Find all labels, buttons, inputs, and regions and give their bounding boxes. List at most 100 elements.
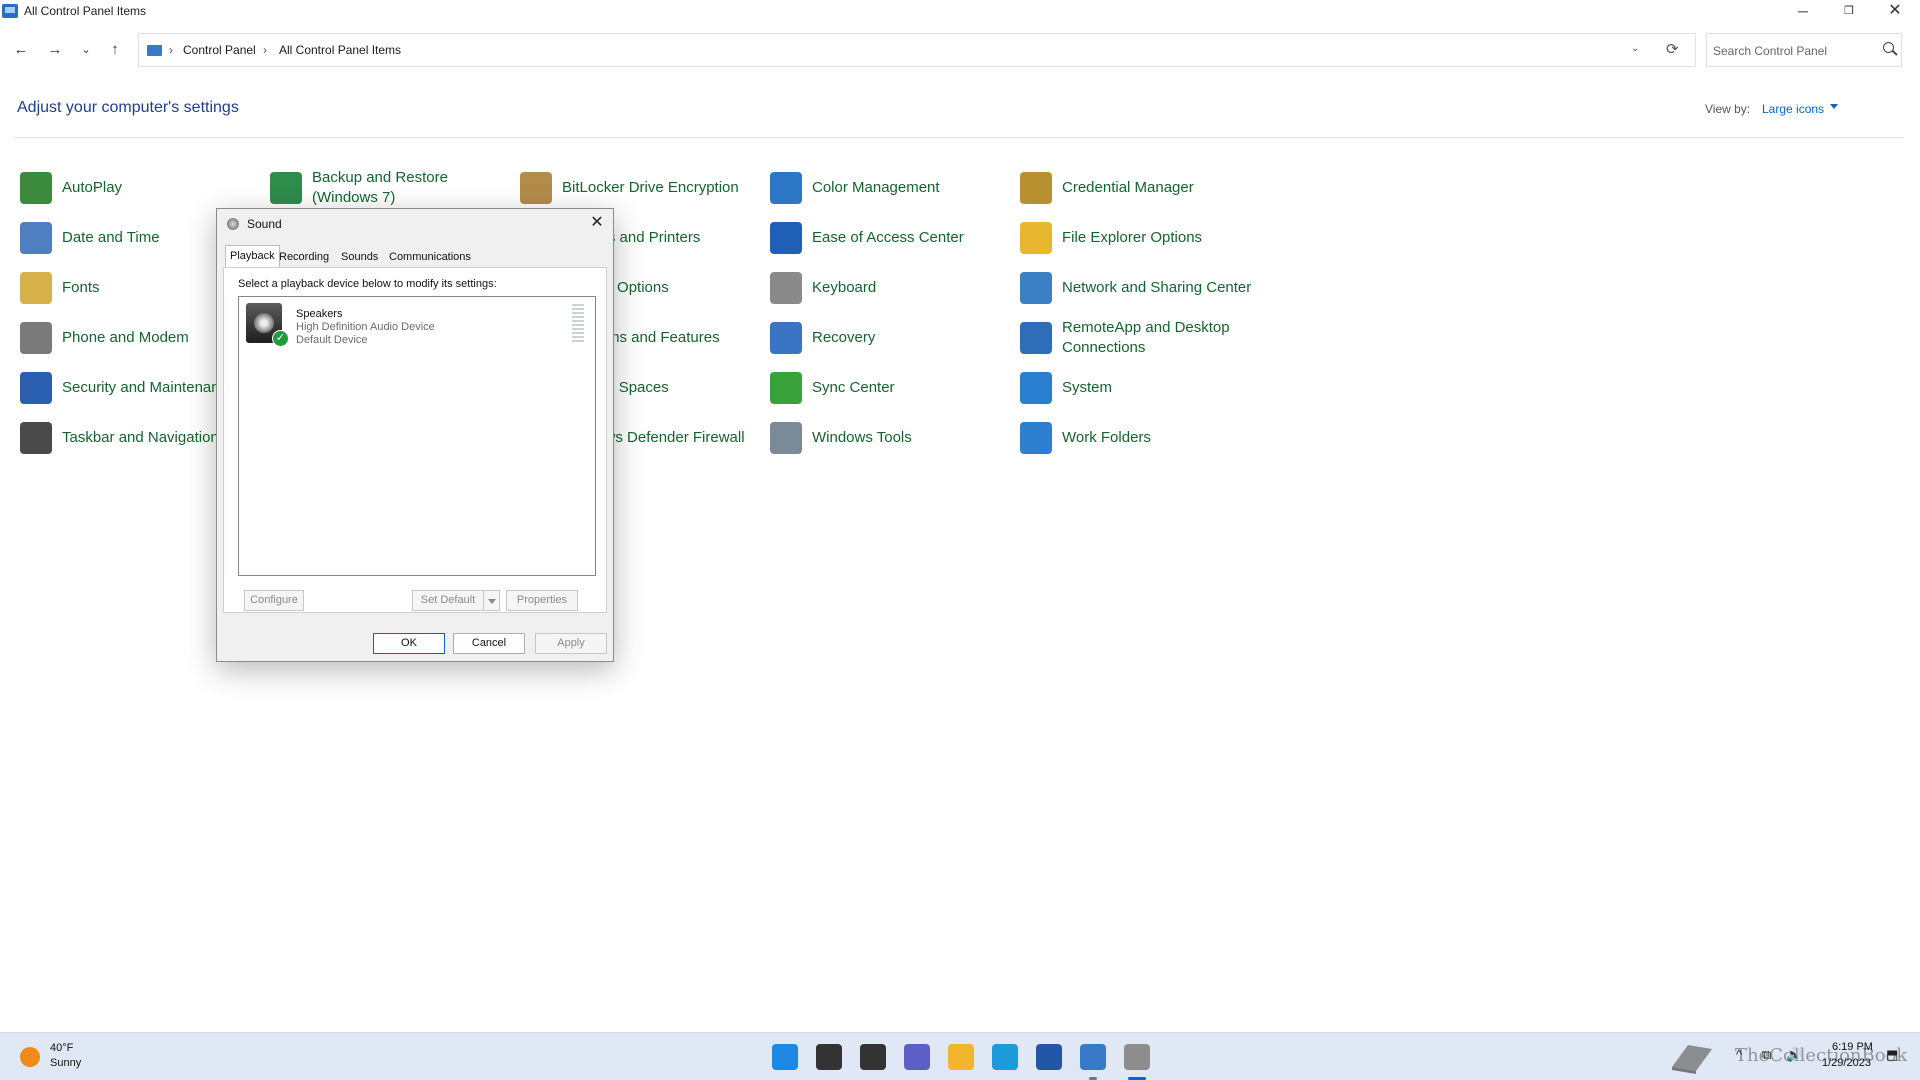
set-default-button[interactable]: Set Default bbox=[412, 590, 484, 611]
start-icon[interactable] bbox=[772, 1044, 798, 1070]
cp-item-label: Recovery bbox=[812, 329, 876, 346]
control-panel-icon bbox=[147, 45, 162, 56]
view-by-label: View by: bbox=[1705, 102, 1751, 116]
ease-of-access-icon bbox=[770, 222, 802, 254]
volume-level-meter bbox=[572, 304, 584, 344]
volume-icon[interactable]: 🔊 bbox=[1786, 1047, 1802, 1063]
breadcrumb-all-items[interactable]: All Control Panel Items bbox=[279, 43, 401, 57]
control-panel-taskbar-icon[interactable] bbox=[1080, 1044, 1106, 1070]
chat-icon[interactable] bbox=[904, 1044, 930, 1070]
recovery-icon bbox=[770, 322, 802, 354]
restore-button[interactable]: ❐ bbox=[1826, 0, 1872, 22]
cp-item-backup-restore[interactable]: Backup and Restore (Windows 7) bbox=[270, 166, 502, 210]
cp-item-label: Network and Sharing Center bbox=[1062, 279, 1252, 296]
close-button[interactable]: ✕ bbox=[1872, 0, 1918, 22]
cp-item-bitlocker[interactable]: BitLocker Drive Encryption bbox=[520, 166, 752, 210]
credential-manager-icon bbox=[1020, 172, 1052, 204]
cp-item-file-explorer-options[interactable]: File Explorer Options bbox=[1020, 216, 1252, 260]
cp-item-network-sharing[interactable]: Network and Sharing Center bbox=[1020, 266, 1252, 310]
notification-icon[interactable]: ⬒ bbox=[1886, 1047, 1898, 1063]
cp-item-system[interactable]: System bbox=[1020, 366, 1252, 410]
tab-recording[interactable]: Recording bbox=[275, 247, 333, 267]
minimize-button[interactable]: ─ bbox=[1780, 0, 1826, 22]
cp-item-keyboard[interactable]: Keyboard bbox=[770, 266, 1002, 310]
bitlocker-icon bbox=[520, 172, 552, 204]
dialog-close-button[interactable]: ✕ bbox=[585, 212, 609, 234]
cp-item-sync-center[interactable]: Sync Center bbox=[770, 366, 1002, 410]
store-icon[interactable] bbox=[1036, 1044, 1062, 1070]
taskbar-search-icon[interactable] bbox=[816, 1044, 842, 1070]
cp-item-label: AutoPlay bbox=[62, 179, 123, 196]
refresh-icon[interactable]: ⟳ bbox=[1666, 40, 1679, 58]
recent-locations-button[interactable]: ⌄ bbox=[73, 38, 99, 62]
backup-restore-icon bbox=[270, 172, 302, 204]
clock-date[interactable]: 1/29/2023 bbox=[1822, 1057, 1871, 1069]
divider bbox=[14, 137, 1904, 138]
breadcrumb-control-panel[interactable]: Control Panel bbox=[183, 43, 256, 57]
properties-button[interactable]: Properties bbox=[506, 590, 578, 611]
navigation-bar: ← → ⌄ ↑ › Control Panel › All Control Pa… bbox=[0, 30, 1920, 70]
sound-dialog-icon bbox=[227, 218, 239, 230]
search-input[interactable] bbox=[1713, 41, 1873, 61]
playback-panel: Select a playback device below to modify… bbox=[223, 267, 607, 613]
taskbar: 40°F Sunny TheCollectionBook ^ ⧉ 🔊 6:19 … bbox=[0, 1032, 1920, 1080]
weather-temperature[interactable]: 40°F bbox=[50, 1042, 73, 1054]
tab-sounds[interactable]: Sounds bbox=[337, 247, 382, 267]
default-check-icon: ✓ bbox=[272, 330, 289, 347]
device-name: Speakers bbox=[296, 308, 343, 320]
window-title: All Control Panel Items bbox=[24, 4, 147, 18]
cp-item-ease-of-access[interactable]: Ease of Access Center bbox=[770, 216, 1002, 260]
playback-instruction: Select a playback device below to modify… bbox=[238, 278, 497, 290]
breadcrumb-separator[interactable]: › bbox=[169, 43, 173, 57]
windows-tools-icon bbox=[770, 422, 802, 454]
device-row-speakers[interactable]: ✓ Speakers High Definition Audio Device … bbox=[242, 300, 592, 350]
control-panel-app-icon bbox=[2, 4, 18, 18]
file-explorer-icon[interactable] bbox=[948, 1044, 974, 1070]
book-watermark-icon bbox=[1672, 1045, 1712, 1074]
apply-button[interactable]: Apply bbox=[535, 633, 607, 654]
sound-taskbar-icon[interactable] bbox=[1124, 1044, 1150, 1070]
breadcrumb-separator[interactable]: › bbox=[263, 43, 267, 57]
sun-icon[interactable] bbox=[20, 1047, 40, 1067]
cp-item-windows-tools[interactable]: Windows Tools bbox=[770, 416, 1002, 460]
address-dropdown-icon[interactable]: ⌄ bbox=[1631, 43, 1639, 54]
cp-item-remoteapp[interactable]: RemoteApp and Desktop Connections bbox=[1020, 316, 1252, 360]
fonts-icon bbox=[20, 272, 52, 304]
file-explorer-options-icon bbox=[1020, 222, 1052, 254]
edge-icon[interactable] bbox=[992, 1044, 1018, 1070]
cp-item-recovery[interactable]: Recovery bbox=[770, 316, 1002, 360]
playback-device-list[interactable]: ✓ Speakers High Definition Audio Device … bbox=[238, 296, 596, 576]
tab-playback[interactable]: Playback bbox=[225, 245, 280, 267]
cp-item-label: File Explorer Options bbox=[1062, 229, 1203, 246]
view-by-dropdown[interactable]: Large icons bbox=[1762, 102, 1824, 116]
task-view-icon[interactable] bbox=[860, 1044, 886, 1070]
set-default-dropdown-icon[interactable] bbox=[484, 590, 500, 611]
cp-item-label: Color Management bbox=[812, 179, 940, 196]
address-bar[interactable]: › Control Panel › All Control Panel Item… bbox=[138, 33, 1696, 67]
sync-center-icon bbox=[770, 372, 802, 404]
back-button[interactable]: ← bbox=[8, 38, 34, 62]
device-status: Default Device bbox=[296, 334, 368, 346]
cp-item-label: Credential Manager bbox=[1062, 179, 1194, 196]
cancel-button[interactable]: Cancel bbox=[453, 633, 525, 654]
search-box[interactable] bbox=[1706, 33, 1902, 67]
tab-communications[interactable]: Communications bbox=[385, 247, 475, 267]
cp-item-autoplay[interactable]: AutoPlay bbox=[20, 166, 252, 210]
forward-button[interactable]: → bbox=[42, 38, 68, 62]
tray-overflow-icon[interactable]: ^ bbox=[1736, 1047, 1742, 1062]
search-icon[interactable] bbox=[1883, 42, 1894, 53]
network-icon[interactable]: ⧉ bbox=[1762, 1047, 1771, 1063]
device-description: High Definition Audio Device bbox=[296, 321, 435, 333]
cp-item-color-management[interactable]: Color Management bbox=[770, 166, 1002, 210]
weather-condition[interactable]: Sunny bbox=[50, 1057, 81, 1069]
configure-button[interactable]: Configure bbox=[244, 590, 304, 611]
cp-item-credential-manager[interactable]: Credential Manager bbox=[1020, 166, 1252, 210]
clock-time[interactable]: 6:19 PM bbox=[1832, 1041, 1873, 1053]
chevron-down-icon[interactable] bbox=[1830, 104, 1838, 109]
cp-item-work-folders[interactable]: Work Folders bbox=[1020, 416, 1252, 460]
ok-button[interactable]: OK bbox=[373, 633, 445, 654]
up-button[interactable]: ↑ bbox=[102, 38, 128, 62]
cp-item-label: BitLocker Drive Encryption bbox=[562, 179, 739, 196]
page-title: Adjust your computer's settings bbox=[17, 99, 239, 116]
remoteapp-icon bbox=[1020, 322, 1052, 354]
